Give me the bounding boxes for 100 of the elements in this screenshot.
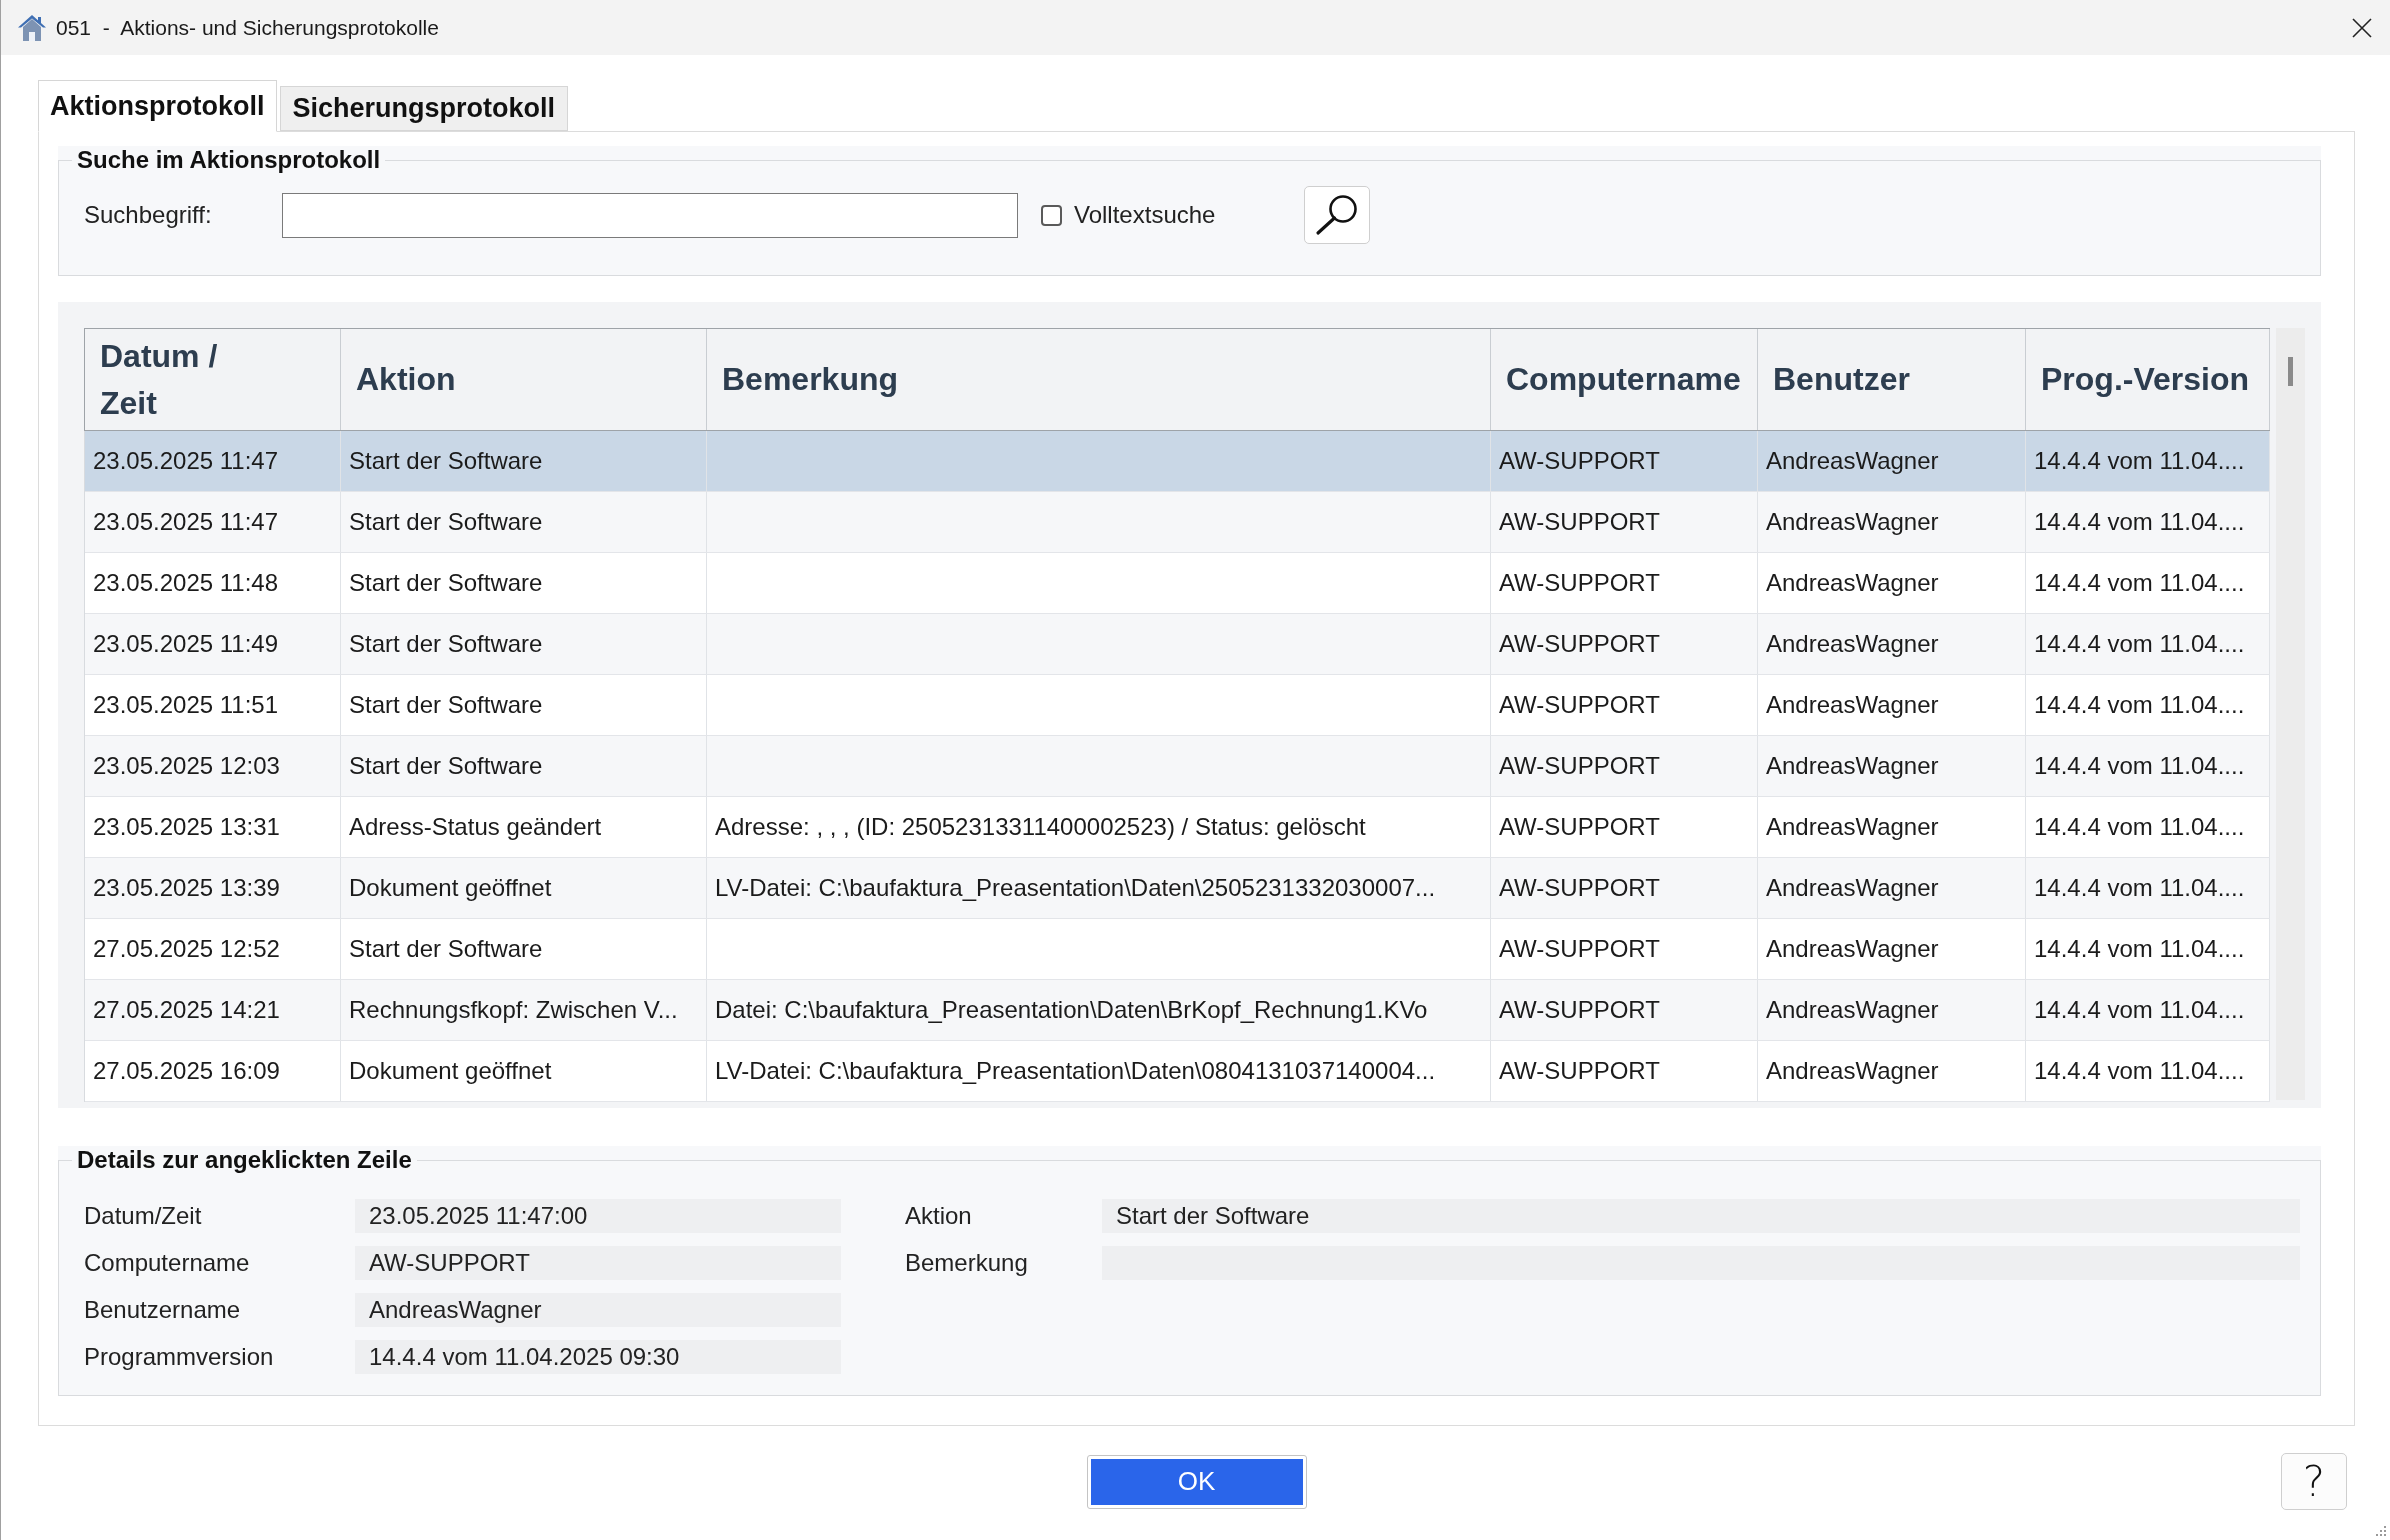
table-cell: 14.4.4 vom 11.04.... xyxy=(2026,919,2270,979)
table-cell: 23.05.2025 13:31 xyxy=(85,797,341,857)
table-cell: 14.4.4 vom 11.04.... xyxy=(2026,431,2270,491)
column-header[interactable]: Computername xyxy=(1491,329,1758,430)
field-label: Aktion xyxy=(905,1201,973,1231)
table-cell: 27.05.2025 12:52 xyxy=(85,919,341,979)
table-cell: 27.05.2025 14:21 xyxy=(85,980,341,1040)
column-header[interactable]: Datum / Zeit xyxy=(85,329,341,430)
column-header[interactable]: Prog.-Version xyxy=(2026,329,2270,430)
home-icon xyxy=(17,13,47,42)
table-row[interactable]: 23.05.2025 12:03 Start der Software AW-SUPPORT AndreasWagner 14.4.4 vom 11.04.... xyxy=(85,736,2270,797)
table-cell: 14.4.4 vom 11.04.... xyxy=(2026,980,2270,1040)
table-cell: AndreasWagner xyxy=(1758,736,2026,796)
table-cell: AndreasWagner xyxy=(1758,553,2026,613)
value-field: 23.05.2025 11:47:00 xyxy=(355,1199,841,1233)
table-row[interactable]: 23.05.2025 11:48 Start der Software AW-SUPPORT AndreasWagner 14.4.4 vom 11.04.... xyxy=(85,553,2270,614)
tab[interactable]: Aktionsprotokoll xyxy=(38,80,277,132)
table-cell: AW-SUPPORT xyxy=(1491,553,1758,613)
table-cell: Start der Software xyxy=(341,675,707,735)
table-cell: Adresse: , , , (ID: 25052313311400002523) / Status: gelöscht xyxy=(707,797,1491,857)
window-title: 051 - Aktions- und Sicherungsprotokolle xyxy=(56,15,439,40)
table-row[interactable]: 27.05.2025 14:21 Rechnungsfkopf: Zwischen V... Datei: C:\baufaktura_Preasentation\Daten\BrKopf_Rechnung1.KVo AW-SUPPORT AndreasWagner 14.4.4 vom 11.04.... xyxy=(85,980,2270,1041)
table-cell: 14.4.4 vom 11.04.... xyxy=(2026,675,2270,735)
value-field: AndreasWagner xyxy=(355,1293,841,1327)
table-cell: AW-SUPPORT xyxy=(1491,797,1758,857)
table-cell: Start der Software xyxy=(341,553,707,613)
table-cell: AndreasWagner xyxy=(1758,797,2026,857)
field-label: Datum/Zeit xyxy=(84,1201,203,1231)
search-icon xyxy=(1315,194,1360,236)
table-cell: Adress-Status geändert xyxy=(341,797,707,857)
table-cell: 14.4.4 vom 11.04.... xyxy=(2026,736,2270,796)
table-cell: AndreasWagner xyxy=(1758,431,2026,491)
table-cell: AW-SUPPORT xyxy=(1491,492,1758,552)
table-cell: Start der Software xyxy=(341,614,707,674)
search-button[interactable] xyxy=(1304,186,1371,244)
value-field: 14.4.4 vom 11.04.2025 09:30 xyxy=(355,1340,841,1374)
close-icon[interactable] xyxy=(2352,17,2372,38)
table-cell: 14.4.4 vom 11.04.... xyxy=(2026,553,2270,613)
field-label: Bemerkung xyxy=(905,1248,1029,1278)
column-header[interactable]: Bemerkung xyxy=(707,329,1491,430)
table-row[interactable]: 23.05.2025 13:31 Adress-Status geändert Adresse: , , , (ID: 25052313311400002523) / Status: gelöscht AW-SUPPORT AndreasWagner 14.4.4 vom 11.04.... xyxy=(85,797,2270,858)
table-cell: 14.4.4 vom 11.04.... xyxy=(2026,1041,2270,1101)
table-cell: AW-SUPPORT xyxy=(1491,858,1758,918)
table-cell: AndreasWagner xyxy=(1758,919,2026,979)
field-label: Benutzername xyxy=(84,1295,242,1325)
table-cell: 14.4.4 vom 11.04.... xyxy=(2026,797,2270,857)
group-title: Suche im Aktionsprotokoll xyxy=(76,146,382,174)
table-cell: 23.05.2025 12:03 xyxy=(85,736,341,796)
table-cell: AndreasWagner xyxy=(1758,614,2026,674)
checkbox-label[interactable]: Volltextsuche xyxy=(1074,201,1216,229)
table-cell: AndreasWagner xyxy=(1758,675,2026,735)
resize-grip-icon[interactable] xyxy=(2375,1525,2387,1537)
table-row[interactable]: 23.05.2025 11:47 Start der Software AW-SUPPORT AndreasWagner 14.4.4 vom 11.04.... xyxy=(85,492,2270,553)
table-cell: Start der Software xyxy=(341,492,707,552)
table-cell: 23.05.2025 13:39 xyxy=(85,858,341,918)
table-cell: AW-SUPPORT xyxy=(1491,614,1758,674)
table-cell: Dokument geöffnet xyxy=(341,858,707,918)
tab[interactable]: Sicherungsprotokoll xyxy=(279,86,569,131)
group-title: Details zur angeklickten Zeile xyxy=(76,1146,413,1174)
column-header[interactable]: Benutzer xyxy=(1758,329,2026,430)
table-cell: LV-Datei: C:\baufaktura_Preasentation\Daten\2505231332030007... xyxy=(707,858,1491,918)
table-cell: 23.05.2025 11:49 xyxy=(85,614,341,674)
table-cell: AW-SUPPORT xyxy=(1491,919,1758,979)
checkbox[interactable] xyxy=(1041,204,1062,226)
table-cell: 14.4.4 vom 11.04.... xyxy=(2026,492,2270,552)
ok-button[interactable]: OK xyxy=(1086,1454,1307,1509)
table-cell: Rechnungsfkopf: Zwischen V... xyxy=(341,980,707,1040)
table-cell: AW-SUPPORT xyxy=(1491,1041,1758,1101)
table-cell: 23.05.2025 11:47 xyxy=(85,431,341,491)
table-cell: 14.4.4 vom 11.04.... xyxy=(2026,614,2270,674)
table-cell: 23.05.2025 11:51 xyxy=(85,675,341,735)
table-cell: Datei: C:\baufaktura_Preasentation\Daten\BrKopf_Rechnung1.KVo xyxy=(707,980,1491,1040)
field-label: Programmversion xyxy=(84,1342,275,1372)
scroll-thumb[interactable] xyxy=(2288,357,2293,386)
table-cell: LV-Datei: C:\baufaktura_Preasentation\Daten\0804131037140004... xyxy=(707,1041,1491,1101)
table-row[interactable]: 27.05.2025 16:09 Dokument geöffnet LV-Datei: C:\baufaktura_Preasentation\Daten\0804131037140004... AW-SUPPORT AndreasWagner 14.4.4 vom 11.04.... xyxy=(85,1041,2270,1102)
table-cell: AndreasWagner xyxy=(1758,858,2026,918)
table-row[interactable]: 23.05.2025 11:47 Start der Software AW-SUPPORT AndreasWagner 14.4.4 vom 11.04.... xyxy=(85,431,2270,492)
help-button[interactable]: ? xyxy=(2281,1453,2347,1510)
table-cell: AndreasWagner xyxy=(1758,492,2026,552)
search-field[interactable] xyxy=(282,192,1018,238)
table-cell: AW-SUPPORT xyxy=(1491,736,1758,796)
table-cell: 14.4.4 vom 11.04.... xyxy=(2026,858,2270,918)
table-cell: 23.05.2025 11:47 xyxy=(85,492,341,552)
table-cell: 23.05.2025 11:48 xyxy=(85,553,341,613)
table-cell: Start der Software xyxy=(341,919,707,979)
table-row[interactable]: 27.05.2025 12:52 Start der Software AW-SUPPORT AndreasWagner 14.4.4 vom 11.04.... xyxy=(85,919,2270,980)
table-cell: 27.05.2025 16:09 xyxy=(85,1041,341,1101)
table-row[interactable]: 23.05.2025 13:39 Dokument geöffnet LV-Datei: C:\baufaktura_Preasentation\Daten\2505231332030007... AW-SUPPORT AndreasWagner 14.4.4 vom 11.04.... xyxy=(85,858,2270,919)
table-row[interactable]: 23.05.2025 11:51 Start der Software AW-SUPPORT AndreasWagner 14.4.4 vom 11.04.... xyxy=(85,675,2270,736)
table-cell: AndreasWagner xyxy=(1758,980,2026,1040)
table-cell: AW-SUPPORT xyxy=(1491,675,1758,735)
scrollbar[interactable] xyxy=(2276,328,2305,1100)
table-row[interactable]: 23.05.2025 11:49 Start der Software AW-SUPPORT AndreasWagner 14.4.4 vom 11.04.... xyxy=(85,614,2270,675)
field-label: Suchbegriff: xyxy=(84,201,213,229)
value-field: AW-SUPPORT xyxy=(355,1246,841,1280)
table-cell: Start der Software xyxy=(341,736,707,796)
field-label: Computername xyxy=(84,1248,251,1278)
column-header[interactable]: Aktion xyxy=(341,329,707,430)
table-cell: AW-SUPPORT xyxy=(1491,431,1758,491)
